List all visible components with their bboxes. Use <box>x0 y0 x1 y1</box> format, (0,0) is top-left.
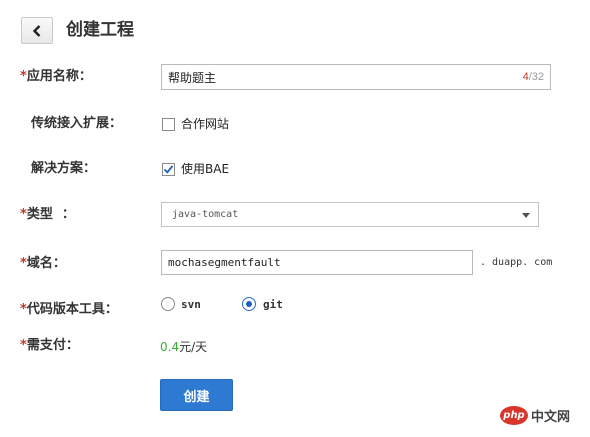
required-mark: * <box>20 302 27 317</box>
required-mark: * <box>20 338 27 353</box>
svn-label: svn <box>181 298 201 311</box>
required-mark: * <box>20 256 27 271</box>
create-button[interactable]: 创建 <box>160 379 233 411</box>
use-bae-checkbox[interactable] <box>162 163 175 176</box>
git-label: git <box>263 298 283 311</box>
price-amount: 0.4 <box>160 340 180 354</box>
domain-label: *域名： <box>20 256 66 271</box>
domain-input-value: mochasegmentfault <box>168 256 281 269</box>
svn-radio[interactable] <box>161 297 175 311</box>
watermark: php 中文网 <box>500 400 570 430</box>
char-counter: 4/32 <box>522 71 544 83</box>
required-mark: * <box>20 207 27 222</box>
use-bae-label: 使用BAE <box>181 162 230 176</box>
vcs-label: *代码版本工具： <box>20 302 118 317</box>
price-value: 0.4元/天 <box>160 338 207 355</box>
back-button[interactable] <box>21 17 53 44</box>
radio-selected-dot <box>246 301 252 307</box>
type-select-value: java-tomcat <box>172 209 239 220</box>
page-title: 创建工程 <box>66 20 134 40</box>
type-select[interactable]: java-tomcat <box>161 202 539 227</box>
required-mark: * <box>20 69 27 84</box>
price-unit: 元/天 <box>179 340 208 354</box>
php-logo: php <box>500 405 528 425</box>
git-radio[interactable] <box>242 297 256 311</box>
checkmark-icon <box>163 165 174 174</box>
partner-site-checkbox[interactable] <box>162 118 175 131</box>
chevron-left-icon <box>32 24 41 37</box>
watermark-text: 中文网 <box>531 409 571 425</box>
domain-input[interactable]: mochasegmentfault <box>161 250 473 275</box>
app-name-input[interactable]: 帮助题主 4/32 <box>161 64 551 90</box>
domain-suffix: . duapp. com <box>480 257 553 268</box>
solution-label: 解决方案： <box>31 161 97 176</box>
traditional-access-label: 传统接入扩展： <box>31 116 123 131</box>
type-label: *类型 ： <box>20 207 75 222</box>
app-name-value: 帮助题主 <box>168 70 217 85</box>
app-name-label: *应用名称： <box>20 69 92 84</box>
dropdown-arrow-icon <box>522 212 530 218</box>
partner-site-label: 合作网站 <box>181 117 230 131</box>
cost-label: *需支付： <box>20 338 79 353</box>
